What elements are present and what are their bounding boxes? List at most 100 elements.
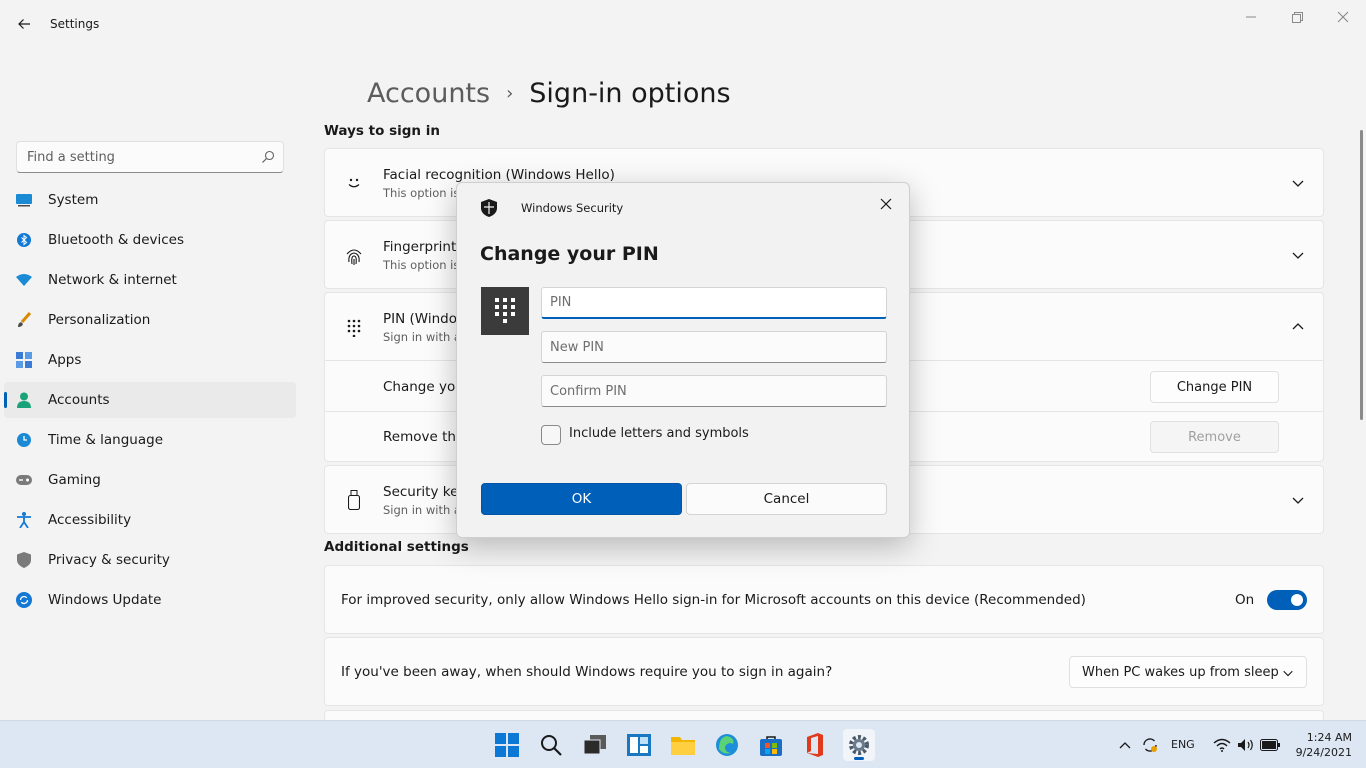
- widgets-button[interactable]: [623, 729, 655, 761]
- close-window-button[interactable]: [1320, 4, 1366, 30]
- wifi-icon: [1213, 738, 1231, 752]
- sidebar-item-bluetooth[interactable]: Bluetooth & devices: [4, 222, 296, 258]
- widgets-icon: [627, 734, 651, 756]
- show-hidden-icons-button[interactable]: [1116, 735, 1134, 755]
- brush-icon: [16, 312, 32, 328]
- clock-globe-icon: [16, 432, 32, 448]
- require-signin-row: If you've been away, when should Windows…: [324, 637, 1324, 706]
- start-button[interactable]: [491, 729, 523, 761]
- battery-icon: [1260, 739, 1280, 751]
- dialog-close-button[interactable]: [873, 191, 899, 217]
- sidebar-item-gaming[interactable]: Gaming: [4, 462, 296, 498]
- task-view-icon: [584, 735, 606, 755]
- new-pin-input[interactable]: [541, 331, 887, 363]
- settings-taskbar-button[interactable]: [843, 729, 875, 761]
- sync-tray-button[interactable]: [1140, 735, 1160, 755]
- require-signin-text: If you've been away, when should Windows…: [341, 664, 833, 680]
- windows-logo-icon: [495, 733, 519, 757]
- hello-only-text: For improved security, only allow Window…: [341, 592, 1086, 608]
- sidebar-item-apps[interactable]: Apps: [4, 342, 296, 378]
- shield-icon: [16, 552, 32, 568]
- sidebar-item-label: Time & language: [48, 432, 164, 448]
- sidebar-item-accounts[interactable]: Accounts: [4, 382, 296, 418]
- sidebar-item-system[interactable]: System: [4, 182, 296, 218]
- file-explorer-button[interactable]: [667, 729, 699, 761]
- sidebar-item-label: Personalization: [48, 312, 151, 328]
- require-signin-dropdown[interactable]: When PC wakes up from sleep: [1069, 656, 1307, 688]
- battery-tray-button[interactable]: [1260, 735, 1280, 755]
- sidebar-item-network[interactable]: Network & internet: [4, 262, 296, 298]
- security-key-title: Security key: [383, 484, 467, 500]
- taskbar-search-button[interactable]: [535, 729, 567, 761]
- fingerprint-subtitle: This option is: [383, 258, 460, 272]
- close-icon: [880, 198, 892, 210]
- current-pin-input[interactable]: [541, 287, 887, 319]
- edge-browser-icon: [716, 734, 738, 756]
- toggle-state-label: On: [1235, 592, 1255, 608]
- back-arrow-icon: [18, 19, 30, 29]
- back-button[interactable]: [10, 10, 38, 38]
- confirm-pin-input[interactable]: [541, 375, 887, 407]
- sidebar-item-privacy-security[interactable]: Privacy & security: [4, 542, 296, 578]
- store-button[interactable]: [755, 729, 787, 761]
- sidebar-item-label: Bluetooth & devices: [48, 232, 185, 248]
- clock-date: 9/24/2021: [1295, 746, 1352, 759]
- chevron-down-icon: [1283, 670, 1293, 677]
- search-icon: [262, 150, 275, 163]
- sync-icon: [1143, 738, 1157, 752]
- facial-subtitle: This option is: [383, 186, 460, 200]
- scrollbar[interactable]: [1360, 130, 1363, 420]
- maximize-button[interactable]: [1274, 4, 1320, 30]
- office-button[interactable]: [799, 729, 831, 761]
- remove-pin-button[interactable]: Remove: [1150, 421, 1279, 453]
- person-icon: [16, 392, 32, 408]
- app-title: Settings: [50, 17, 100, 31]
- search-box[interactable]: [16, 141, 284, 173]
- taskbar: ENG 1:24 AM 9/24/2021: [0, 720, 1366, 768]
- clock[interactable]: 1:24 AM 9/24/2021: [1290, 730, 1352, 760]
- facial-title: Facial recognition (Windows Hello): [383, 167, 615, 183]
- sidebar-item-label: Accounts: [48, 392, 110, 408]
- chevron-up-icon: [1119, 742, 1131, 749]
- accessibility-icon: [16, 512, 32, 528]
- change-pin-button[interactable]: Change PIN: [1150, 371, 1279, 403]
- pin-subtitle: Sign in with a: [383, 330, 461, 344]
- sidebar-item-label: Apps: [48, 352, 82, 368]
- ways-heading: Ways to sign in: [324, 123, 440, 139]
- sidebar-item-time-language[interactable]: Time & language: [4, 422, 296, 458]
- sidebar-item-windows-update[interactable]: Windows Update: [4, 582, 296, 618]
- hello-only-row: For improved security, only allow Window…: [324, 565, 1324, 634]
- security-key-subtitle: Sign in with a: [383, 503, 461, 517]
- volume-tray-button[interactable]: [1236, 735, 1256, 755]
- smile-icon: [343, 172, 365, 194]
- apps-icon: [16, 352, 32, 368]
- sidebar-item-accessibility[interactable]: Accessibility: [4, 502, 296, 538]
- pin-title: PIN (Windo: [383, 311, 457, 327]
- store-icon: [760, 736, 782, 756]
- usb-key-icon: [343, 489, 365, 511]
- include-letters-checkbox[interactable]: [541, 425, 561, 445]
- task-view-button[interactable]: [579, 729, 611, 761]
- ok-button[interactable]: OK: [481, 483, 682, 515]
- cancel-button[interactable]: Cancel: [686, 483, 887, 515]
- input-language[interactable]: ENG: [1171, 738, 1195, 751]
- folder-icon: [671, 737, 695, 755]
- minimize-button[interactable]: [1228, 4, 1274, 30]
- sidebar-item-label: Accessibility: [48, 512, 132, 528]
- chevron-down-icon: [1292, 252, 1304, 259]
- bluetooth-icon: [16, 232, 32, 248]
- gear-icon: [849, 735, 869, 755]
- include-letters-label[interactable]: Include letters and symbols: [569, 426, 749, 441]
- windows-security-shield-icon: [481, 199, 497, 217]
- chevron-up-icon[interactable]: [1291, 320, 1305, 334]
- breadcrumb-parent[interactable]: Accounts: [367, 78, 490, 109]
- sidebar-nav: System Bluetooth & devices Network & int…: [4, 182, 296, 622]
- edge-button[interactable]: [711, 729, 743, 761]
- title-bar: Settings: [0, 0, 1366, 48]
- chevron-down-icon: [1292, 497, 1304, 504]
- sidebar-item-personalization[interactable]: Personalization: [4, 302, 296, 338]
- search-icon: [541, 735, 562, 756]
- network-tray-button[interactable]: [1212, 735, 1232, 755]
- search-input[interactable]: [17, 142, 247, 172]
- hello-only-toggle[interactable]: [1267, 590, 1307, 610]
